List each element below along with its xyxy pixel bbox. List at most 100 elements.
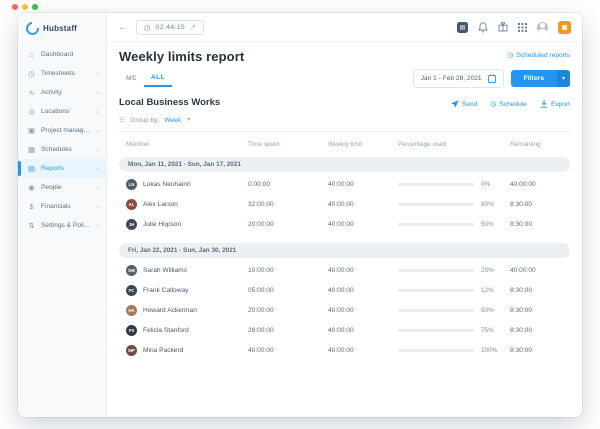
group-by-label: Group by: (130, 117, 159, 124)
traffic-minimize[interactable] (22, 4, 28, 10)
timer-widget[interactable]: ◷ 02:44:15 ↗ (136, 20, 204, 35)
group-header: Mon, Jan 11, 2021 - Sun, Jan 17, 2021 (119, 157, 570, 172)
col-percentage-used: Percentage used (398, 141, 510, 148)
sidebar-item-icon: $ (27, 202, 36, 211)
percentage-cell: 50% (398, 221, 510, 228)
sidebar-item-icon: ▦ (27, 145, 36, 154)
member-name: Sarah Williams (143, 267, 187, 274)
member-cell: AL Alex Larson (126, 199, 248, 210)
group-header-label: Mon, Jan 11, 2021 - Sun, Jan 17, 2021 (128, 161, 241, 168)
time-spent-value: 32:00:00 (248, 201, 328, 208)
avatar: LN (126, 179, 137, 190)
open-timer-icon: ↗ (190, 23, 196, 31)
sidebar-item-label: Financials (41, 203, 71, 210)
export-download-icon (540, 100, 548, 108)
percentage-cell: 75% (398, 327, 510, 334)
percentage-cell: 50% (398, 307, 510, 314)
table-header-row: Member Time spent Weekly limit Percentag… (119, 134, 570, 155)
traffic-zoom[interactable] (32, 4, 38, 10)
member-cell: SW Sarah Williams (126, 265, 248, 276)
sidebar-item-label: Project management (41, 127, 92, 134)
chevron-right-icon: › (97, 203, 100, 211)
group-by-select[interactable]: Week (164, 117, 181, 124)
stopwatch-icon: ◷ (144, 23, 151, 32)
announcements-icon[interactable]: ▤ (457, 22, 468, 33)
apps-grid-icon[interactable] (518, 23, 527, 32)
member-name: Frank Calloway (143, 287, 188, 294)
avatar: HA (126, 305, 137, 316)
schedule-label: Schedule (499, 101, 527, 108)
date-range-picker[interactable]: Jan 1 - Feb 28, 2021 (413, 69, 504, 88)
remaining-value: 40:00:00 (510, 181, 563, 188)
schedule-link[interactable]: ◷ Schedule (490, 100, 527, 108)
sidebar-item-label: Reports (41, 165, 64, 172)
sidebar-item-icon: ◉ (27, 183, 36, 192)
table-row[interactable]: SW Sarah Williams 10:00:00 40:00:00 25% … (119, 260, 570, 280)
table-row[interactable]: FS Felicia Stanford 28:00:00 40:00:00 75… (119, 320, 570, 340)
gift-icon[interactable] (498, 22, 508, 32)
scheduled-reports-label: Scheduled reports (516, 52, 570, 59)
traffic-close[interactable] (12, 4, 18, 10)
send-icon (451, 100, 459, 108)
time-spent-value: 20:00:00 (248, 221, 328, 228)
progress-bar (398, 349, 474, 352)
table-row[interactable]: LN Lukas Neuhainn 0:00:00 40:00:00 0% 40… (119, 174, 570, 194)
sidebar-item-reports[interactable]: ▤ Reports › (18, 159, 106, 178)
weekly-limit-value: 40:00:00 (328, 201, 398, 208)
table-row[interactable]: HA Howard Ackerman 20:00:00 40:00:00 50%… (119, 300, 570, 320)
time-spent-value: 28:00:00 (248, 327, 328, 334)
weekly-limit-value: 40:00:00 (328, 327, 398, 334)
brand[interactable]: Hubstaff (18, 13, 106, 45)
remaining-value: 8:30:00 (510, 307, 563, 314)
remaining-value: 40:00:00 (510, 267, 563, 274)
sidebar-item-financials[interactable]: $ Financials › (18, 197, 106, 216)
send-link[interactable]: Send (451, 100, 477, 108)
avatar: JH (126, 219, 137, 230)
sidebar-item-icon: ⇅ (27, 221, 36, 230)
chevron-right-icon: › (97, 184, 100, 192)
filters-button[interactable]: Filters ▾ (511, 70, 570, 87)
export-label: Export (551, 101, 570, 108)
export-link[interactable]: Export (540, 100, 570, 108)
window-traffic-lights (12, 4, 38, 10)
chevron-down-icon[interactable]: ▾ (557, 70, 570, 87)
percentage-label: 80% (481, 201, 494, 208)
table-row[interactable]: JH Julie Hopson 20:00:00 40:00:00 50% 8:… (119, 214, 570, 234)
table-row[interactable]: AL Alex Larson 32:00:00 40:00:00 80% 8:3… (119, 194, 570, 214)
col-weekly-limit: Weekly limit (328, 141, 398, 148)
sidebar-item-people[interactable]: ◉ People › (18, 178, 106, 197)
sidebar-item-settings-policies[interactable]: ⇅ Settings & Policies › (18, 216, 106, 235)
tab-me[interactable]: ME (119, 71, 144, 86)
tab-all[interactable]: ALL (144, 70, 172, 87)
sidebar-item-locations[interactable]: ◎ Locations › (18, 102, 106, 121)
percentage-label: 50% (481, 221, 494, 228)
hubstaff-logo-icon (23, 19, 41, 37)
sidebar-item-schedules[interactable]: ▦ Schedules › (18, 140, 106, 159)
member-name: Howard Ackerman (143, 307, 197, 314)
member-cell: FC Frank Calloway (126, 285, 248, 296)
percentage-label: 25% (481, 267, 494, 274)
percentage-cell: 12% (398, 287, 510, 294)
collapse-sidebar-icon[interactable]: ← (118, 22, 128, 33)
brand-name: Hubstaff (43, 24, 77, 33)
percentage-label: 12% (481, 287, 494, 294)
member-name: Alex Larson (143, 201, 178, 208)
table-row[interactable]: MP Mina Packerd 40:00:00 40:00:00 100% 8… (119, 340, 570, 360)
progress-bar (398, 309, 474, 312)
group-header: Fri, Jan 22, 2021 - Sun, Jan 30, 2021 (119, 243, 570, 258)
profile-avatar[interactable] (537, 22, 548, 33)
sidebar-item-icon: ∿ (27, 88, 36, 97)
col-member: Member (126, 141, 248, 148)
scheduled-reports-link[interactable]: ◷ Scheduled reports (507, 51, 570, 59)
org-avatar[interactable] (558, 21, 571, 34)
notifications-bell-icon[interactable] (478, 22, 488, 33)
progress-bar (398, 183, 474, 186)
sidebar-item-dashboard[interactable]: ⌂ Dashboard (18, 45, 106, 64)
sidebar-item-activity[interactable]: ∿ Activity › (18, 83, 106, 102)
sidebar-item-timesheets[interactable]: ◷ Timesheets › (18, 64, 106, 83)
group-header-label: Fri, Jan 22, 2021 - Sun, Jan 30, 2021 (128, 247, 236, 254)
table-row[interactable]: FC Frank Calloway 05:00:00 40:00:00 12% … (119, 280, 570, 300)
chevron-right-icon: › (97, 165, 100, 173)
percentage-label: 75% (481, 327, 494, 334)
sidebar-item-project-management[interactable]: ▣ Project management › (18, 121, 106, 140)
